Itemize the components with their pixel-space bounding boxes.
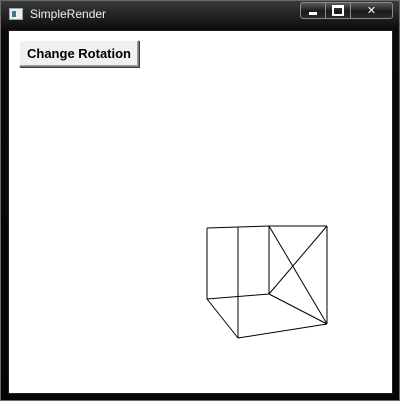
wireframe-cube-canvas (206, 225, 328, 339)
window-controls: ✕ (300, 2, 393, 20)
cube-diagonal (268, 225, 328, 295)
wireframe-cube (206, 225, 328, 339)
minimize-icon (309, 11, 317, 15)
window-title: SimpleRender (30, 7, 107, 21)
change-rotation-button[interactable]: Change Rotation (19, 40, 139, 67)
render-area[interactable]: Change Rotation (8, 30, 393, 394)
cube-edge (237, 225, 270, 228)
minimize-button[interactable] (300, 2, 326, 19)
close-icon: ✕ (366, 4, 377, 17)
cube-edge (206, 298, 239, 339)
app-window: SimpleRender ✕ Change Rotation (0, 0, 400, 401)
title-bar[interactable]: SimpleRender ✕ (1, 1, 399, 28)
cube-edge (237, 323, 328, 339)
cube-edge (206, 226, 239, 229)
maximize-button[interactable] (326, 2, 351, 19)
close-button[interactable]: ✕ (351, 2, 393, 19)
app-window-icon (9, 8, 23, 20)
maximize-icon (332, 5, 344, 16)
